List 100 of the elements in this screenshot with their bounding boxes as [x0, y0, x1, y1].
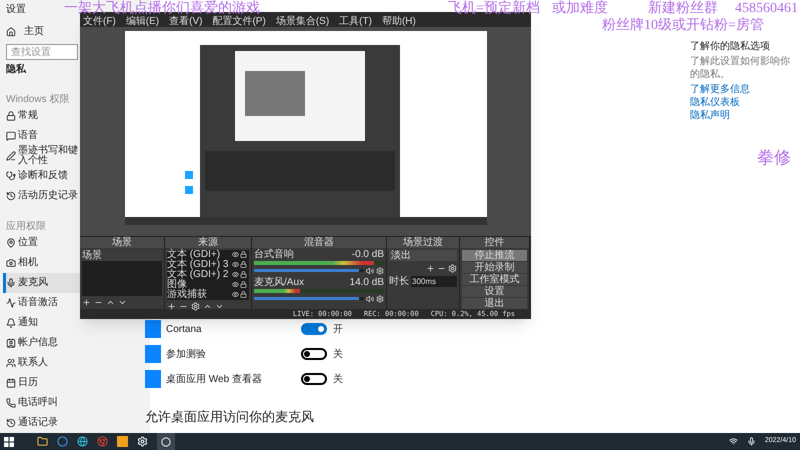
- dock-title: 混音器: [252, 236, 386, 248]
- sidebar-item[interactable]: 活动历史记录: [3, 186, 80, 206]
- menu-item[interactable]: 文件(F): [83, 16, 116, 27]
- panel-title: 了解你的隐私选项: [690, 40, 771, 53]
- menu-item[interactable]: 配置文件(P): [212, 16, 266, 27]
- app-name: Cortana: [166, 322, 203, 336]
- sidebar-item-icon: [6, 338, 16, 348]
- control-button[interactable]: 退出: [462, 298, 527, 308]
- sidebar-item[interactable]: 通知: [3, 313, 80, 333]
- toggle-switch[interactable]: [301, 323, 327, 335]
- sidebar-item[interactable]: 日历: [3, 373, 80, 393]
- sidebar-item-icon: [6, 258, 16, 268]
- home-link[interactable]: 主页: [24, 26, 44, 38]
- sidebar-item[interactable]: 相机: [3, 253, 80, 273]
- overlay-caption: 粉丝牌10级或开钻粉=房管: [602, 17, 764, 35]
- source-item[interactable]: 文本 (GDI+) 3: [167, 260, 228, 270]
- overlay-caption: 458560461: [735, 0, 798, 17]
- folder-icon[interactable]: [37, 436, 48, 447]
- browser-icon[interactable]: [77, 436, 88, 447]
- visibility-icon[interactable]: [232, 281, 239, 288]
- sidebar-item[interactable]: 位置: [3, 233, 80, 253]
- lock-icon[interactable]: [240, 271, 247, 278]
- group-heading: Windows 权限: [6, 94, 70, 106]
- taskbar-item[interactable]: [157, 433, 175, 450]
- sidebar-item-icon: [6, 171, 16, 181]
- privacy-link[interactable]: 隐私声明: [690, 109, 790, 122]
- settings-icon[interactable]: [191, 302, 200, 310]
- toggle-state: 关: [333, 372, 343, 386]
- visibility-icon[interactable]: [232, 291, 239, 298]
- panel-text: 了解此设置如何影响你的隐私。: [690, 55, 790, 81]
- duration-label: 时长: [389, 276, 409, 286]
- sidebar-item-icon: [6, 358, 16, 368]
- sidebar-item-icon: [6, 151, 16, 161]
- lock-icon[interactable]: [240, 261, 247, 268]
- overlay-caption: 拳修: [757, 147, 791, 169]
- privacy-link[interactable]: 隐私仪表板: [690, 96, 790, 109]
- sidebar-item[interactable]: 墨迹书写和键入个性: [3, 146, 80, 166]
- sidebar-item[interactable]: 语音: [3, 126, 80, 146]
- sidebar-item-icon: [6, 378, 16, 388]
- settings-icon[interactable]: [376, 266, 384, 274]
- sidebar-item-icon: [6, 298, 16, 308]
- app-name: 参加测验: [166, 348, 207, 362]
- sidebar-item[interactable]: 诊断和反馈: [3, 166, 80, 186]
- sidebar-item[interactable]: 语音激活: [3, 293, 80, 313]
- visibility-icon[interactable]: [232, 261, 239, 268]
- overlay-caption: 新建粉丝群: [648, 0, 718, 18]
- scene-item[interactable]: 场景: [82, 250, 162, 260]
- settings-icon[interactable]: [448, 264, 457, 272]
- browser-icon[interactable]: [97, 436, 108, 447]
- dock-title: 来源: [165, 236, 251, 248]
- menu-item[interactable]: 查看(V): [169, 16, 202, 27]
- toggle-switch[interactable]: [301, 373, 327, 385]
- sidebar-item-icon: [6, 318, 16, 328]
- sidebar-item[interactable]: 电话呼叫: [3, 393, 80, 413]
- lock-icon[interactable]: [240, 291, 247, 298]
- network-icon[interactable]: [728, 437, 738, 446]
- sidebar-item[interactable]: 常规: [3, 106, 80, 126]
- start-icon[interactable]: [4, 436, 14, 446]
- transition-select[interactable]: 淡出: [389, 250, 457, 260]
- privacy-link[interactable]: 了解更多信息: [690, 83, 790, 96]
- channel-name: 台式音响: [254, 250, 294, 260]
- visibility-icon[interactable]: [232, 271, 239, 278]
- dock-title: 场景过渡: [387, 236, 459, 248]
- overlay-caption: 或加难度: [552, 0, 608, 18]
- source-item[interactable]: 文本 (GDI+): [167, 250, 220, 260]
- control-button[interactable]: 工作室模式: [462, 274, 527, 284]
- speaker-icon[interactable]: [366, 294, 374, 302]
- settings-icon[interactable]: [376, 294, 384, 302]
- home-icon: [6, 27, 16, 37]
- visibility-icon[interactable]: [232, 251, 239, 258]
- search-field[interactable]: 查找设置: [6, 44, 78, 60]
- speaker-icon[interactable]: [366, 266, 374, 274]
- lock-icon[interactable]: [240, 281, 247, 288]
- sidebar-item[interactable]: 通话记录: [3, 413, 80, 433]
- microphone-icon[interactable]: [746, 437, 756, 446]
- add-icon[interactable]: [82, 298, 91, 306]
- menu-item[interactable]: 帮助(H): [382, 16, 416, 27]
- app-icon: [161, 436, 171, 446]
- menu-item[interactable]: 编辑(E): [126, 16, 160, 27]
- menu-item[interactable]: 场景集合(S): [276, 16, 330, 27]
- duration-field[interactable]: 300ms: [411, 276, 457, 286]
- sidebar-item[interactable]: 帐户信息: [3, 333, 80, 353]
- dock-title: 场景: [80, 236, 164, 248]
- menu-item[interactable]: 工具(T): [339, 16, 372, 27]
- add-icon[interactable]: [167, 302, 176, 310]
- app-icon[interactable]: [57, 436, 68, 447]
- sidebar-item[interactable]: 麦克风: [3, 273, 80, 293]
- source-item[interactable]: 文本 (GDI+) 2: [167, 270, 228, 280]
- control-button[interactable]: 开始录制: [462, 262, 527, 272]
- sidebar-item[interactable]: 联系人: [3, 353, 80, 373]
- app-icon: [145, 345, 161, 363]
- channel-reading: 14.0 dB: [350, 278, 384, 288]
- control-button[interactable]: 设置: [462, 286, 527, 296]
- source-item[interactable]: 图像: [167, 280, 187, 290]
- sidebar-item-icon: [6, 131, 16, 141]
- toggle-state: 关: [333, 348, 343, 362]
- source-item[interactable]: 游戏捕获: [167, 290, 207, 300]
- toggle-switch[interactable]: [301, 348, 327, 360]
- add-icon[interactable]: [426, 264, 435, 272]
- lock-icon[interactable]: [240, 251, 247, 258]
